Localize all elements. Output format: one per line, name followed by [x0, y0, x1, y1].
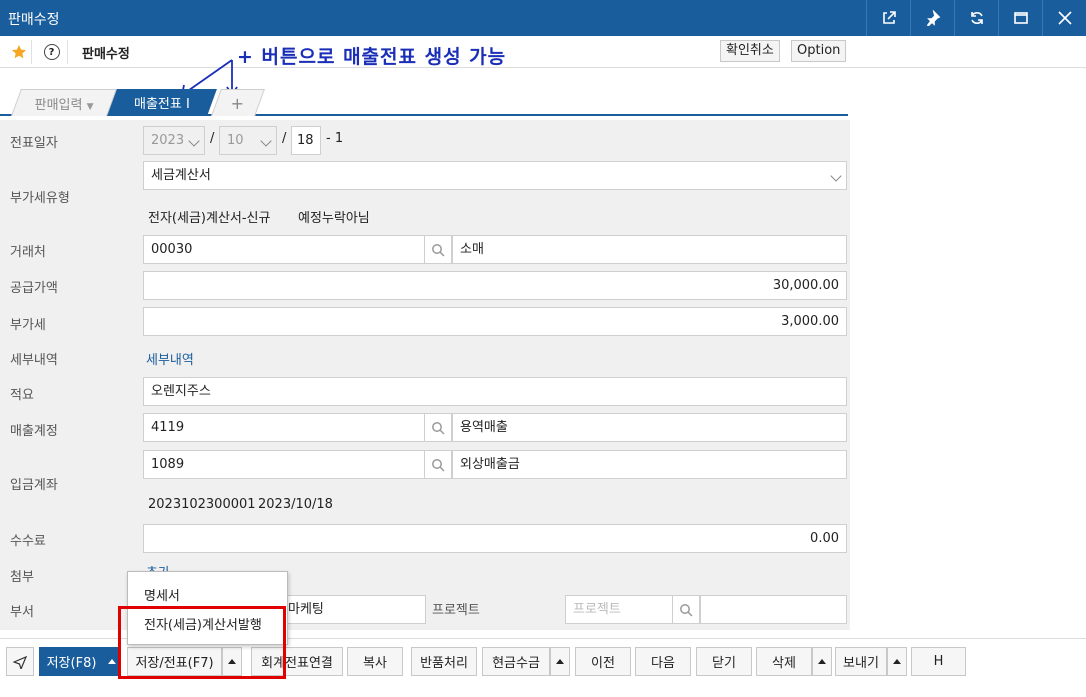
deposit-account-code-field[interactable]: 1089 — [143, 450, 425, 479]
return-button[interactable]: 반품처리 — [411, 647, 477, 676]
year-select[interactable]: 2023 — [143, 126, 205, 155]
tab-sales-input[interactable]: 판매입력 ▼ — [11, 89, 117, 116]
search-icon — [680, 603, 693, 617]
customer-name-field[interactable]: 소매 — [452, 235, 847, 264]
dept-field[interactable]: 마케팅 — [280, 595, 426, 624]
customer-label: 거래처 — [10, 245, 46, 260]
vat-field[interactable]: 3,000.00 — [143, 307, 847, 336]
project-label: 프로젝트 — [432, 603, 480, 618]
search-icon — [432, 458, 445, 472]
vat-label: 부가세 — [10, 318, 46, 333]
fee-field[interactable]: 0.00 — [143, 524, 847, 553]
send-icon — [13, 655, 27, 669]
vat-subtype-2: 예정누락아님 — [298, 211, 370, 226]
maximize-icon — [1013, 12, 1028, 24]
vat-subtype: 전자(세금)계산서-신규 — [148, 211, 271, 226]
maximize-button[interactable] — [998, 0, 1042, 36]
h-button[interactable]: H — [911, 647, 966, 676]
annotation-text: + 버튼으로 매출전표 생성 가능 — [237, 46, 507, 68]
supply-amount-field[interactable]: 30,000.00 — [143, 271, 847, 300]
attach-label: 첨부 — [10, 570, 34, 585]
confirm-cancel-button[interactable]: 확인취소 — [720, 40, 780, 62]
chevron-down-icon — [188, 135, 200, 147]
search-icon — [432, 243, 445, 257]
next-button[interactable]: 다음 — [635, 647, 691, 676]
project-field[interactable]: 프로젝트 — [565, 595, 673, 624]
plus-icon: + — [231, 93, 245, 113]
delete-button[interactable]: 삭제 — [756, 647, 812, 676]
pin-icon — [926, 10, 940, 26]
delete-dropdown-button[interactable] — [812, 647, 832, 676]
chevron-down-icon — [260, 135, 272, 147]
option-button[interactable]: Option — [791, 40, 847, 62]
close-icon — [1057, 11, 1072, 25]
pin-button[interactable] — [910, 0, 954, 36]
close-window-button[interactable] — [1042, 0, 1086, 36]
window-titlebar: 판매수정 — [0, 0, 1086, 36]
deposit-account-search-button[interactable] — [425, 450, 452, 479]
tab-sales-slip[interactable]: 매출전표 I — [107, 89, 217, 116]
deposit-account-name-field[interactable]: 외상매출금 — [452, 450, 847, 479]
deposit-ref-date: 2023/10/18 — [258, 497, 333, 512]
project-search-button[interactable] — [673, 595, 700, 624]
sales-account-search-button[interactable] — [425, 413, 452, 442]
copy-button[interactable]: 복사 — [347, 647, 403, 676]
deposit-ref: 2023102300001 — [148, 497, 256, 512]
remark-field[interactable]: 오렌지주스 — [143, 377, 847, 406]
chevron-down-icon — [830, 170, 842, 182]
customer-code-field[interactable]: 00030 — [143, 235, 425, 264]
project-name-field[interactable] — [700, 595, 847, 624]
send-button[interactable]: 보내기 — [835, 647, 887, 676]
sales-account-name-field[interactable]: 용역매출 — [452, 413, 847, 442]
page-header: ? 판매수정 확인취소 Option — [0, 36, 1086, 68]
popout-icon — [882, 11, 896, 24]
popout-button[interactable] — [866, 0, 910, 36]
chevron-up-icon — [893, 659, 901, 664]
send-shortcut-button[interactable] — [6, 647, 34, 676]
vat-type-select[interactable]: 세금계산서 — [143, 161, 847, 190]
star-icon — [11, 45, 26, 59]
refresh-button[interactable] — [954, 0, 998, 36]
deposit-account-label: 입금계좌 — [10, 478, 58, 493]
favorite-button[interactable] — [6, 40, 32, 64]
cash-dropdown-button[interactable] — [550, 647, 570, 676]
cash-collect-button[interactable]: 현금수금 — [482, 647, 550, 676]
tab-bar: 판매입력 ▼ 매출전표 I + — [0, 88, 848, 116]
menu-item-statement[interactable]: 명세서 — [144, 585, 180, 604]
vat-type-label: 부가세유형 — [10, 191, 70, 206]
window-title: 판매수정 — [8, 12, 60, 28]
save-button[interactable]: 저장(F8) — [39, 647, 104, 676]
page-title: 판매수정 — [82, 47, 130, 62]
tab-add[interactable]: + — [211, 89, 265, 116]
month-select[interactable]: 10 — [219, 126, 277, 155]
chevron-up-icon — [818, 659, 826, 664]
supply-amount-label: 공급가액 — [10, 281, 58, 296]
chevron-up-icon — [108, 659, 116, 664]
sales-slip-form: 전표일자 2023 / 10 / 18 - 1 부가세유형 세금계산서 전자(세… — [0, 120, 850, 630]
highlight-box — [118, 606, 286, 679]
refresh-icon — [970, 12, 983, 24]
sales-account-label: 매출계정 — [10, 424, 58, 439]
search-icon — [432, 421, 445, 435]
slip-seq: - 1 — [326, 131, 344, 146]
close-button[interactable]: 닫기 — [696, 647, 752, 676]
detail-link[interactable]: 세부내역 — [146, 349, 194, 368]
fee-label: 수수료 — [10, 534, 46, 549]
prev-button[interactable]: 이전 — [575, 647, 631, 676]
chevron-down-icon: ▼ — [86, 101, 94, 112]
help-button[interactable]: ? — [36, 40, 68, 64]
chevron-up-icon — [556, 659, 564, 664]
help-icon: ? — [43, 44, 60, 60]
remark-label: 적요 — [10, 388, 34, 403]
sales-account-code-field[interactable]: 4119 — [143, 413, 425, 442]
date-label: 전표일자 — [10, 136, 58, 151]
detail-label: 세부내역 — [10, 353, 58, 368]
dept-label: 부서 — [10, 605, 34, 620]
day-field[interactable]: 18 — [291, 126, 321, 155]
send-dropdown-button[interactable] — [887, 647, 907, 676]
customer-search-button[interactable] — [425, 235, 452, 264]
